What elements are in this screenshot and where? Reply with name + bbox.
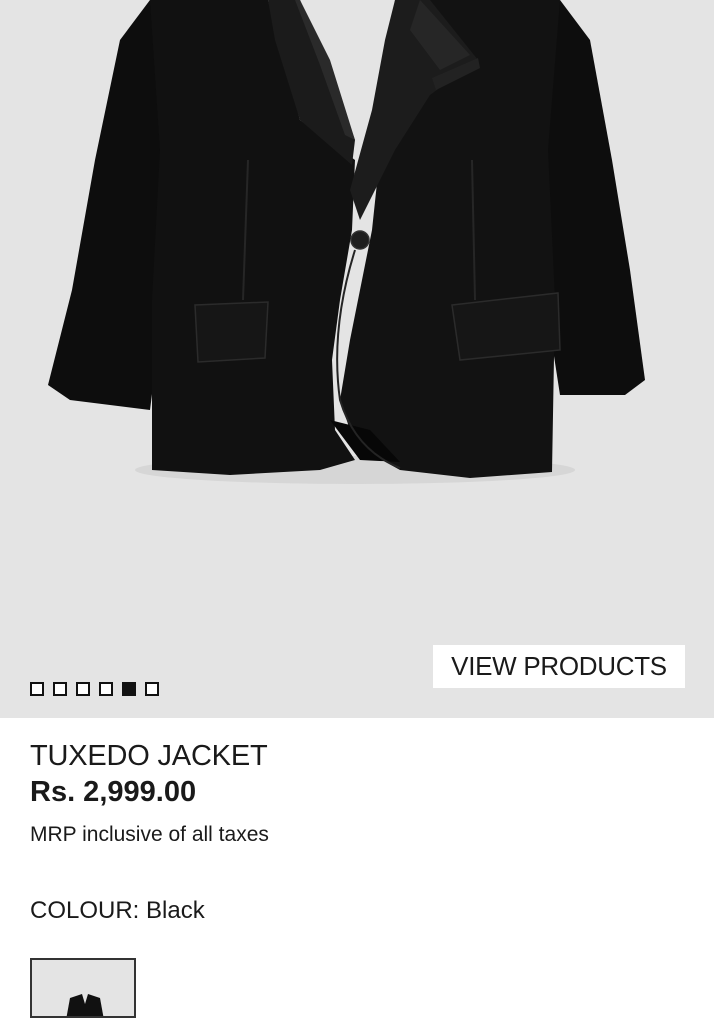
product-title: TUXEDO JACKET: [30, 740, 268, 772]
product-info: TUXEDO JACKET Rs. 2,999.00: [30, 738, 690, 810]
gallery-dot-active[interactable]: [122, 682, 136, 696]
gallery-dot[interactable]: [53, 682, 67, 696]
view-products-button[interactable]: VIEW PRODUCTS: [433, 645, 685, 688]
product-image-gallery[interactable]: VIEW PRODUCTS: [0, 0, 714, 718]
product-price: Rs. 2,999.00: [30, 776, 197, 808]
colour-swatch-black[interactable]: [30, 958, 136, 1018]
jacket-thumbnail-icon: [66, 994, 104, 1016]
tuxedo-jacket-image: [48, 0, 645, 484]
gallery-dot[interactable]: [145, 682, 159, 696]
gallery-dot[interactable]: [30, 682, 44, 696]
gallery-dot[interactable]: [99, 682, 113, 696]
gallery-dot[interactable]: [76, 682, 90, 696]
gallery-pagination: [30, 682, 159, 696]
tax-note: MRP inclusive of all taxes: [30, 823, 269, 846]
colour-label: COLOUR: Black: [30, 897, 205, 924]
